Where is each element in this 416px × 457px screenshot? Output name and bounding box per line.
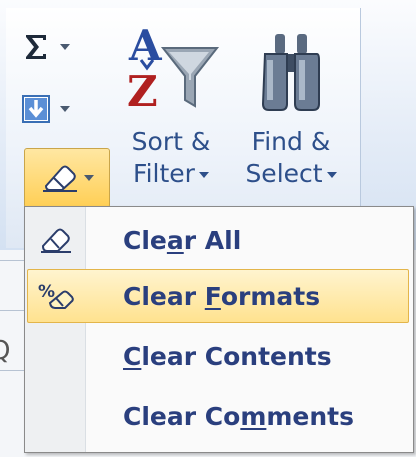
menu-item-label: Clear All [123, 225, 242, 255]
chevron-down-icon [198, 172, 209, 178]
svg-text:Z: Z [127, 67, 158, 116]
chevron-down-icon [60, 44, 70, 50]
eraser-icon [41, 228, 71, 253]
chevron-down-icon [60, 106, 70, 112]
menu-item-label: Clear Contents [123, 341, 332, 371]
chevron-down-icon [84, 175, 94, 181]
sort-filter-label: Sort & Filter [131, 127, 211, 188]
sort-filter-button[interactable]: A Z Sort & Filter [112, 20, 230, 210]
binoculars-icon [261, 34, 320, 111]
fill-down-icon [22, 95, 50, 123]
menu-item-clear-comments[interactable]: Clear Comments [27, 389, 409, 443]
gridline [0, 260, 24, 261]
clear-formats-icon: % [38, 282, 74, 309]
menu-item-clear-contents[interactable]: Clear Contents [27, 329, 409, 383]
menu-item-label: Clear Comments [123, 401, 355, 431]
eraser-icon [43, 165, 77, 192]
gridline [0, 370, 24, 371]
menu-item-clear-all[interactable]: Clear All [27, 213, 409, 267]
find-select-label: Find & Select [245, 126, 337, 190]
fill-button[interactable] [20, 84, 100, 134]
menu-item-label: Clear Formats [123, 281, 321, 311]
background-text-fragment: Q [0, 336, 11, 366]
svg-text:%: % [38, 282, 55, 302]
sigma-icon [26, 35, 46, 59]
svg-text:A: A [128, 21, 163, 70]
chevron-down-icon [326, 172, 337, 178]
gridline [0, 310, 24, 311]
menu-item-clear-formats[interactable]: % Clear Formats [27, 269, 409, 323]
sort-filter-icon: A Z [127, 21, 220, 116]
clear-button[interactable] [24, 148, 110, 208]
autosum-button[interactable] [20, 22, 100, 72]
clear-dropdown-menu: Clear All % Clear Formats Clear Contents… [24, 206, 414, 453]
find-select-button[interactable]: Find & Select [232, 20, 350, 210]
